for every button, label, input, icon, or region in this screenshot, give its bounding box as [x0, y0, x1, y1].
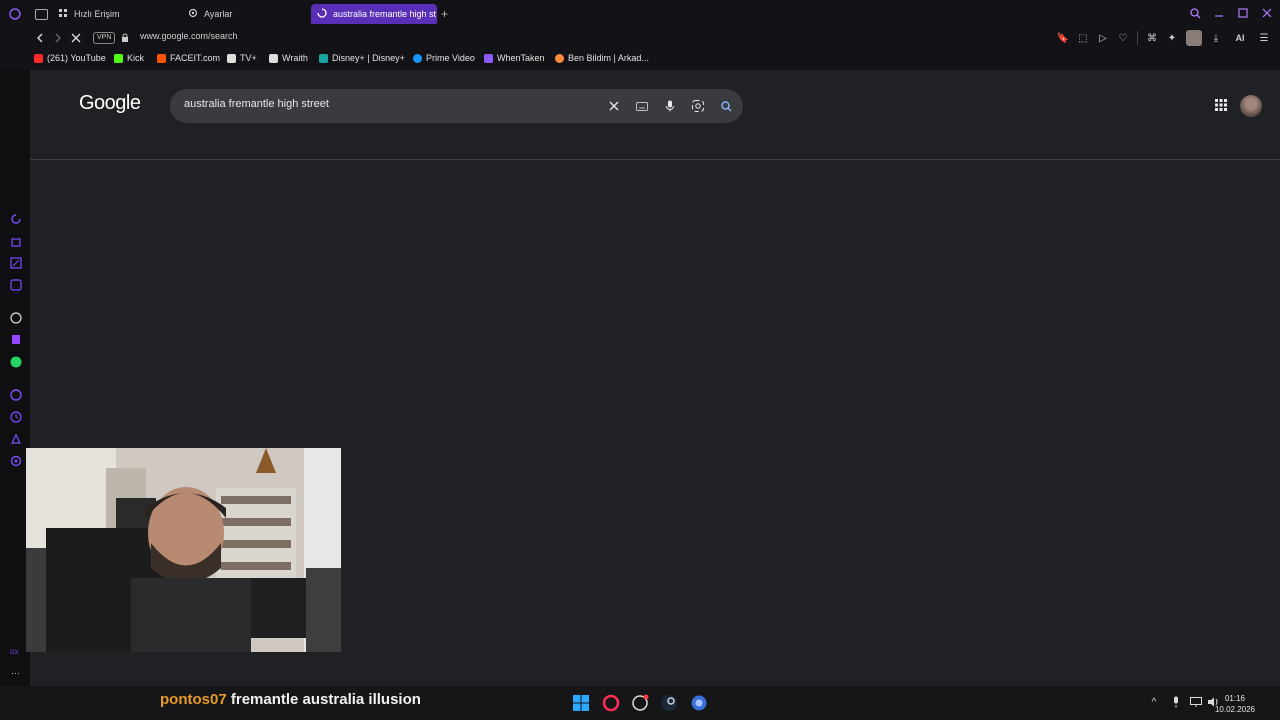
easy-setup-icon[interactable]: ☰	[1258, 31, 1270, 45]
loading-icon	[317, 8, 327, 20]
tab-google-search[interactable]: australia fremantle high st	[311, 4, 437, 24]
tab-label: australia fremantle high st	[333, 9, 437, 19]
download-icon[interactable]: ⤓	[1210, 31, 1222, 45]
bookmark-tvplus[interactable]: TV+	[227, 53, 257, 63]
clock-time: 01:16	[1224, 694, 1245, 703]
new-tab-button[interactable]: +	[441, 7, 448, 21]
windows-start-icon[interactable]	[572, 694, 590, 712]
chat-overlay: pontos07 fremantle australia illusion	[160, 691, 421, 708]
wraith-icon	[269, 53, 278, 63]
bookmark-ben-bildim[interactable]: Ben Bildim | Arkad...	[555, 53, 649, 63]
bookmark-kick[interactable]: Kick	[114, 53, 144, 63]
translate-icon[interactable]: ⌘	[1146, 31, 1158, 45]
clear-icon[interactable]	[607, 98, 621, 114]
bookmark-whentaken[interactable]: WhenTaken	[484, 53, 545, 63]
chatgpt-taskbar-icon[interactable]	[631, 694, 649, 712]
pinboard-icon[interactable]	[10, 257, 22, 269]
chat-username: pontos07	[160, 691, 227, 708]
tab-label: Hızlı Erişim	[74, 9, 120, 19]
tab-bar: Hızlı Erişim Ayarlar australia fremantle…	[0, 0, 1280, 28]
chatgpt-icon[interactable]	[10, 312, 22, 324]
tab-settings[interactable]: Ayarlar	[188, 4, 232, 24]
prime-video-icon	[413, 53, 422, 63]
gear-icon	[188, 8, 198, 20]
messenger-icon[interactable]	[10, 279, 22, 291]
google-apps-icon[interactable]	[1214, 98, 1228, 112]
youtube-icon	[34, 53, 43, 63]
header-divider	[30, 159, 1280, 160]
search-tabs-icon[interactable]	[1188, 6, 1202, 20]
heart-icon[interactable]: ♡	[1117, 31, 1129, 45]
lens-icon[interactable]	[691, 98, 705, 114]
webcam-overlay	[26, 448, 341, 652]
profile-avatar[interactable]	[1186, 30, 1202, 46]
history-icon[interactable]	[10, 411, 22, 423]
separator	[1137, 31, 1138, 45]
settings-icon[interactable]	[10, 455, 22, 467]
bookmark-icon[interactable]: 🔖	[1057, 31, 1069, 45]
back-button[interactable]	[32, 30, 48, 46]
extensions-icon[interactable]: ✦	[1166, 31, 1178, 45]
bookmark-faceit[interactable]: FACEIT.com	[157, 53, 220, 63]
google-logo[interactable]: Google	[79, 92, 141, 115]
app-taskbar-icon[interactable]	[690, 694, 708, 712]
extensions-sidebar-icon[interactable]	[10, 433, 22, 445]
tray-expand-icon[interactable]: ^	[1148, 696, 1160, 708]
chat-message: fremantle australia illusion	[230, 691, 421, 708]
display-tray-icon[interactable]	[1190, 696, 1202, 708]
whatsapp-icon[interactable]	[10, 356, 22, 368]
snapshot-icon[interactable]: ⬚	[1077, 31, 1089, 45]
refresh-icon[interactable]	[10, 213, 22, 225]
opera-gx-taskbar-icon[interactable]	[602, 694, 620, 712]
search-input[interactable]: australia fremantle high street	[184, 98, 329, 110]
tab-switcher-icon[interactable]	[35, 9, 48, 20]
minimize-icon[interactable]	[1212, 6, 1226, 20]
clock-date: 10.02.2026	[1214, 705, 1255, 714]
ben-bildim-icon	[555, 53, 564, 63]
shop-icon[interactable]	[10, 235, 22, 247]
steam-icon[interactable]	[660, 694, 678, 712]
whentaken-icon	[484, 53, 493, 63]
bookmark-prime-video[interactable]: Prime Video	[413, 53, 475, 63]
bookmarks-bar: (261) YouTube Kick FACEIT.com TV+ Wraith…	[0, 48, 1280, 70]
tab-quick-access[interactable]: Hızlı Erişim	[58, 4, 120, 24]
ai-button[interactable]: AI	[1230, 31, 1250, 45]
microphone-icon[interactable]	[663, 98, 677, 114]
opera-menu-icon[interactable]	[9, 8, 21, 20]
keyboard-icon[interactable]	[635, 98, 649, 114]
twitch-icon[interactable]	[10, 334, 22, 346]
more-icon[interactable]: ···	[11, 668, 20, 678]
lock-icon[interactable]	[121, 32, 129, 42]
bookmark-disney[interactable]: Disney+ | Disney+	[319, 53, 405, 63]
grid-icon	[58, 8, 68, 20]
disney-icon	[319, 53, 328, 63]
tv-icon	[227, 53, 236, 63]
vpn-badge[interactable]: VPN	[93, 32, 116, 44]
maximize-icon[interactable]	[1236, 6, 1250, 20]
address-bar-row: VPN www.google.com/search 🔖 ⬚ ▷ ♡ ⌘ ✦ ⤓ …	[0, 28, 1280, 48]
close-icon[interactable]	[1260, 6, 1274, 20]
taskbar: pontos07 fremantle australia illusion ^ …	[0, 686, 1280, 720]
bookmark-wraith[interactable]: Wraith	[269, 53, 308, 63]
kick-icon	[114, 53, 123, 63]
account-avatar[interactable]	[1240, 95, 1262, 117]
faceit-icon	[157, 53, 166, 63]
search-box[interactable]: australia fremantle high street	[170, 89, 743, 123]
stop-loading-button[interactable]	[68, 30, 84, 46]
microphone-tray-icon[interactable]	[1170, 696, 1182, 708]
forward-button[interactable]	[50, 30, 66, 46]
tab-label: Ayarlar	[204, 9, 233, 19]
clock[interactable]: 01:16 10.02.2026	[1215, 693, 1255, 715]
player-icon[interactable]: ▷	[1097, 31, 1109, 45]
webcam-image	[26, 448, 341, 652]
search-icon[interactable]	[719, 98, 733, 114]
bookmark-youtube[interactable]: (261) YouTube	[34, 53, 106, 63]
player-sidebar-icon[interactable]	[10, 389, 22, 401]
url-field[interactable]: www.google.com/search	[140, 31, 238, 41]
gx-label: GX	[10, 650, 19, 656]
